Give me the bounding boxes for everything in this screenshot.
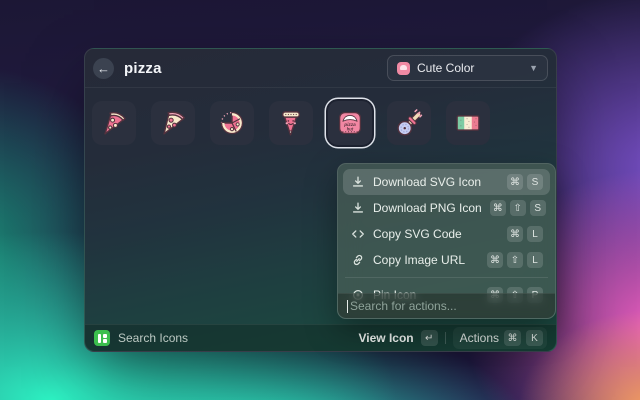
icon-tile-pizza-cutter[interactable] [387,101,431,145]
icon-tile-pizza-slice[interactable] [92,101,136,145]
actions-context-menu: Download SVG Icon ⌘ S Download PNG Icon … [337,163,556,319]
icon-set-select[interactable]: Cute Color ▼ [387,55,548,81]
icon-search-window: ← pizza Cute Color ▼ pizza hut Download … [84,48,557,352]
download-icon [350,175,365,190]
k-key-icon: K [526,330,543,346]
chevron-down-icon: ▼ [529,63,538,73]
icon-tile-pizza-pie[interactable] [210,101,254,145]
view-icon-button[interactable]: View Icon [359,331,414,345]
window-header: ← pizza Cute Color ▼ [85,49,556,88]
search-query-title: pizza [124,59,162,77]
key-cmd: ⌘ [507,174,523,190]
key-shift: ⇧ [507,252,523,268]
italy-flag-icon [456,115,480,131]
cmd-key-icon: ⌘ [504,330,521,346]
icon-tile-pizza-slice-alt[interactable] [151,101,195,145]
key-s: S [529,200,546,216]
pizza-slice-icon [104,112,126,135]
text-cursor [347,299,348,313]
actions-button[interactable]: Actions ⌘ K [452,327,547,349]
key-cmd: ⌘ [487,252,503,268]
action-item-download-svg[interactable]: Download SVG Icon ⌘ S [343,169,550,195]
actions-search-bar [338,293,555,318]
icon-tile-italy-flag[interactable] [446,101,490,145]
link-icon [350,253,365,268]
actions-list: Download SVG Icon ⌘ S Download PNG Icon … [338,164,555,313]
footer-actions: View Icon ↵ Actions ⌘ K [359,327,547,349]
pizza-slice-alt-icon [163,111,186,135]
key-l: L [527,226,543,242]
app-name-label: Search Icons [118,331,189,345]
pizza-slice-face-icon [281,111,301,136]
icon-results-row: pizza hut [92,101,490,145]
return-key-icon: ↵ [420,330,438,346]
key-shift: ⇧ [509,200,526,216]
pizza-pie-icon [220,111,244,135]
icon-set-label: Cute Color [417,61,475,75]
cute-color-set-icon [397,61,410,75]
key-cmd: ⌘ [507,226,523,242]
action-item-copy-image-url[interactable]: Copy Image URL ⌘ ⇧ L [343,247,550,273]
action-item-copy-svg-code[interactable]: Copy SVG Code ⌘ L [343,221,550,247]
actions-search-input[interactable] [350,299,546,313]
window-footer: Search Icons View Icon ↵ Actions ⌘ K [85,324,556,351]
action-item-download-png[interactable]: Download PNG Icon ⌘ ⇧ S [343,195,550,221]
key-s: S [527,174,543,190]
icon-tile-pizza-hut-logo[interactable]: pizza hut [328,101,372,145]
pizza-cutter-icon [397,109,423,136]
icon-tile-pizza-slice-face[interactable] [269,101,313,145]
key-l: L [527,252,543,268]
svg-text:hut: hut [347,127,354,132]
download-icon [350,201,365,216]
footer-divider [444,332,446,344]
key-cmd: ⌘ [489,200,506,216]
pizza-hut-logo-icon: pizza hut [338,111,362,135]
code-icon [350,227,365,242]
arrow-left-icon: ← [97,60,110,76]
icones-app-logo-icon [94,330,110,346]
menu-divider [345,277,548,278]
back-button[interactable]: ← [93,57,114,79]
